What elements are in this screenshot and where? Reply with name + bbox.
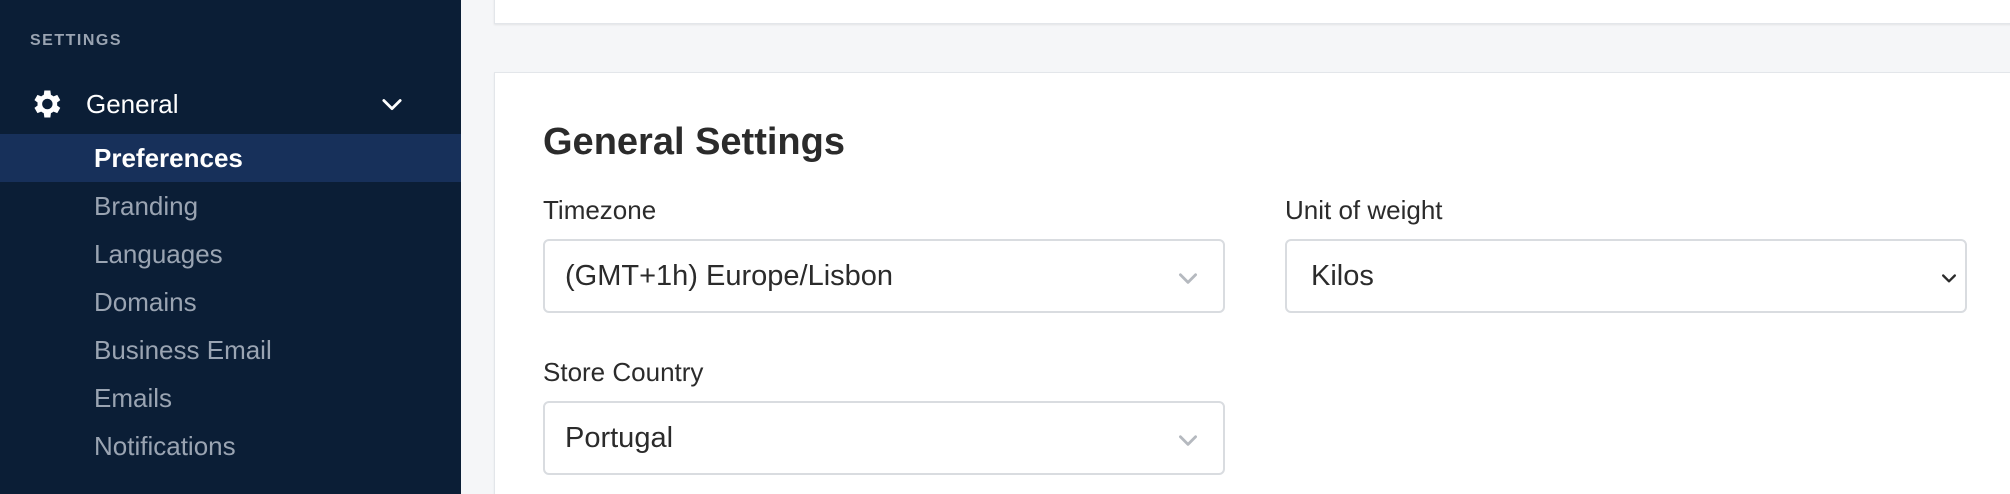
store-country-value: Portugal [565,421,674,454]
chevron-down-icon [1179,273,1197,284]
sidebar-group-label: General [86,89,179,119]
sidebar-item-notifications[interactable]: Notifications [0,422,461,470]
unit-of-weight-label: Unit of weight [1285,195,1443,225]
chevron-down-icon [1179,435,1197,446]
chevron-down-icon[interactable] [378,90,406,118]
sidebar-item-emails[interactable]: Emails [0,374,461,422]
timezone-select[interactable]: (GMT+1h) Europe/Lisbon [543,239,1225,313]
sidebar-section-label: SETTINGS [30,32,123,49]
previous-settings-card [494,0,2010,24]
sidebar-item-domains[interactable]: Domains [0,278,461,326]
chevron-down-icon [1942,274,1956,283]
sidebar-group-general[interactable]: General [0,76,461,128]
page-title: General Settings [543,121,845,163]
sidebar-item-business-email[interactable]: Business Email [0,326,461,374]
sidebar-item-languages[interactable]: Languages [0,230,461,278]
settings-sidebar: SETTINGS General Preferences Branding La… [0,0,461,494]
store-country-select[interactable]: Portugal [543,401,1225,475]
store-country-label: Store Country [543,357,704,387]
general-settings-card: General Settings Timezone (GMT+1h) Europ… [494,72,2010,494]
timezone-label: Timezone [543,195,657,225]
timezone-value: (GMT+1h) Europe/Lisbon [565,259,894,292]
unit-of-weight-select[interactable]: Kilos [1285,239,1967,313]
sidebar-item-branding[interactable]: Branding [0,182,461,230]
app-window: SETTINGS General Preferences Branding La… [0,0,2010,494]
unit-of-weight-value: Kilos [1311,259,1374,292]
gear-icon [34,90,61,118]
sidebar-item-preferences[interactable]: Preferences [0,134,461,182]
